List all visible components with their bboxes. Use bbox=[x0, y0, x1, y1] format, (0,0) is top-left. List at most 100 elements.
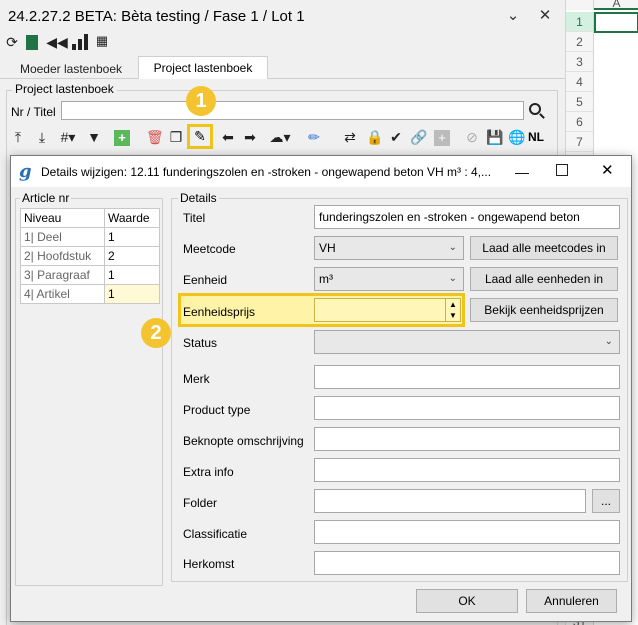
table-row[interactable]: 3| Paragraaf 1 bbox=[20, 265, 161, 285]
grid-icon[interactable]: ▦ bbox=[94, 32, 110, 50]
titel-input[interactable]: funderingszolen en -stroken - ongewapend… bbox=[314, 205, 620, 229]
row-header[interactable]: 5 bbox=[566, 92, 594, 112]
eenheid-select[interactable]: m³ ⌄ bbox=[314, 267, 464, 291]
col-waarde: Waarde bbox=[103, 208, 161, 228]
add-icon[interactable]: + bbox=[114, 130, 130, 146]
chevron-down-icon[interactable]: ⌄ bbox=[504, 7, 522, 25]
eenheidsprijs-input[interactable] bbox=[314, 298, 461, 322]
table-row[interactable]: 4| Artikel 1 bbox=[20, 284, 161, 304]
maximize-icon[interactable] bbox=[556, 164, 568, 176]
arrow-left-icon[interactable]: ⬅ bbox=[220, 128, 236, 146]
col-niveau: Niveau bbox=[20, 208, 105, 228]
laad-meetcodes-button[interactable]: Laad alle meetcodes in bbox=[470, 236, 618, 260]
edit-icon[interactable]: ✎ bbox=[187, 124, 213, 149]
spin-up-icon[interactable]: ▲ bbox=[446, 299, 460, 310]
close-icon[interactable]: ✕ bbox=[536, 7, 554, 25]
classificatie-label: Classificatie bbox=[183, 527, 248, 541]
close-icon[interactable]: ✕ bbox=[601, 161, 614, 179]
minimize-icon[interactable]: — bbox=[515, 164, 529, 180]
move-top-icon[interactable]: ⤒ bbox=[10, 128, 26, 146]
dialog-titlebar: g Details wijzigen: 12.11 funderingszole… bbox=[11, 156, 631, 187]
row-header[interactable]: 7 bbox=[566, 132, 594, 152]
spin-down-icon[interactable]: ▼ bbox=[446, 310, 460, 321]
lock-icon[interactable]: 🔒 bbox=[366, 128, 383, 146]
extra-info-label: Extra info bbox=[183, 465, 234, 479]
rewind-icon[interactable]: ◀◀ bbox=[46, 33, 68, 51]
dialog-title: Details wijzigen: 12.11 funderingszolen … bbox=[41, 165, 491, 179]
pencil-icon[interactable]: ✏ bbox=[306, 128, 322, 146]
details-label: Details bbox=[178, 191, 219, 205]
beknopte-omschrijving-label: Beknopte omschrijving bbox=[183, 434, 304, 448]
chevron-down-icon: ⌄ bbox=[448, 242, 457, 253]
selected-cell[interactable] bbox=[594, 12, 638, 33]
table-row[interactable]: 2| Hoofdstuk 2 bbox=[20, 246, 161, 266]
folder-input[interactable] bbox=[314, 489, 586, 513]
extra-info-input[interactable] bbox=[314, 458, 620, 482]
ok-button[interactable]: OK bbox=[416, 589, 518, 613]
laad-eenheden-button[interactable]: Laad alle eenheden in bbox=[470, 267, 618, 291]
row-header[interactable]: 2 bbox=[566, 32, 594, 52]
chevron-down-icon: ⌄ bbox=[448, 273, 457, 284]
bekijk-eenheidsprijzen-button[interactable]: Bekijk eenheidsprijzen bbox=[470, 298, 618, 322]
step-badge-2: 2 bbox=[141, 318, 171, 348]
merk-input[interactable] bbox=[314, 365, 620, 389]
language-label[interactable]: NL bbox=[528, 130, 544, 144]
status-label: Status bbox=[183, 336, 218, 350]
herkomst-input[interactable] bbox=[314, 551, 620, 575]
arrow-right-icon[interactable]: ➡ bbox=[242, 128, 258, 146]
cloud-download-icon[interactable]: ☁▾ bbox=[268, 128, 292, 146]
row-header[interactable]: 1 bbox=[566, 12, 594, 32]
check-icon[interactable]: ✔ bbox=[388, 128, 404, 146]
swap-icon[interactable]: ⇄ bbox=[342, 128, 358, 146]
tab-moeder-lastenboek[interactable]: Moeder lastenboek bbox=[6, 60, 136, 79]
eenheid-value: m³ bbox=[319, 272, 333, 286]
step-badge-1: 1 bbox=[186, 86, 216, 116]
meetcode-value: VH bbox=[319, 241, 336, 255]
folder-label: Folder bbox=[183, 496, 218, 510]
excel-icon[interactable] bbox=[26, 35, 38, 50]
app-logo-icon: g bbox=[19, 161, 32, 182]
column-header[interactable]: A bbox=[594, 0, 638, 10]
level-table: Niveau Waarde 1| Deel 1 2| Hoofdstuk 2 3… bbox=[20, 208, 161, 304]
details-dialog: g Details wijzigen: 12.11 funderingszole… bbox=[10, 155, 632, 622]
table-row[interactable]: 1| Deel 1 bbox=[20, 227, 161, 247]
row-header[interactable]: 3 bbox=[566, 52, 594, 72]
refresh-icon[interactable]: ⟳ bbox=[4, 33, 20, 51]
search-input[interactable] bbox=[61, 101, 524, 120]
beknopte-omschrijving-input[interactable] bbox=[314, 427, 620, 451]
numbering-icon[interactable]: #▾ bbox=[56, 128, 80, 146]
product-type-input[interactable] bbox=[314, 396, 620, 420]
row-header[interactable]: 4 bbox=[566, 72, 594, 92]
status-select[interactable]: ⌄ bbox=[314, 330, 620, 354]
eenheid-label: Eenheid bbox=[183, 273, 228, 287]
save-icon[interactable]: 💾 bbox=[486, 128, 503, 146]
browse-folder-button[interactable]: ... bbox=[592, 489, 620, 513]
move-bottom-icon[interactable]: ⤓ bbox=[34, 128, 50, 146]
block-icon[interactable]: ⊘ bbox=[464, 128, 480, 146]
annuleren-button[interactable]: Annuleren bbox=[526, 589, 617, 613]
bar-chart-icon[interactable] bbox=[72, 34, 88, 50]
add-disabled-icon[interactable]: + bbox=[434, 130, 450, 146]
product-type-label: Product type bbox=[183, 403, 251, 417]
herkomst-label: Herkomst bbox=[183, 557, 235, 571]
merk-label: Merk bbox=[183, 372, 210, 386]
eenheidsprijs-spinner[interactable]: ▲ ▼ bbox=[445, 299, 460, 321]
globe-icon[interactable]: 🌐 bbox=[508, 128, 525, 146]
delete-icon[interactable]: 🗑 bbox=[146, 128, 164, 146]
article-nr-label: Article nr bbox=[20, 191, 72, 205]
meetcode-label: Meetcode bbox=[183, 242, 236, 256]
screen: 24.2.27.2 BETA: Bèta testing / Fase 1 / … bbox=[0, 0, 638, 625]
group-label: Project lastenboek bbox=[12, 82, 117, 96]
copy-icon[interactable]: ❐ bbox=[168, 128, 184, 146]
filter-icon[interactable]: ▼ bbox=[86, 128, 102, 146]
meetcode-select[interactable]: VH ⌄ bbox=[314, 236, 464, 260]
row-header[interactable]: 6 bbox=[566, 112, 594, 132]
classificatie-input[interactable] bbox=[314, 520, 620, 544]
tab-project-lastenboek[interactable]: Project lastenboek bbox=[138, 56, 268, 79]
search-label: Nr / Titel bbox=[11, 105, 56, 119]
link-icon[interactable]: 🔗 bbox=[410, 128, 427, 146]
main-window-title: 24.2.27.2 BETA: Bèta testing / Fase 1 / … bbox=[8, 8, 305, 25]
search-icon[interactable] bbox=[528, 102, 546, 120]
titel-label: Titel bbox=[183, 211, 206, 225]
chevron-down-icon: ⌄ bbox=[604, 336, 613, 347]
